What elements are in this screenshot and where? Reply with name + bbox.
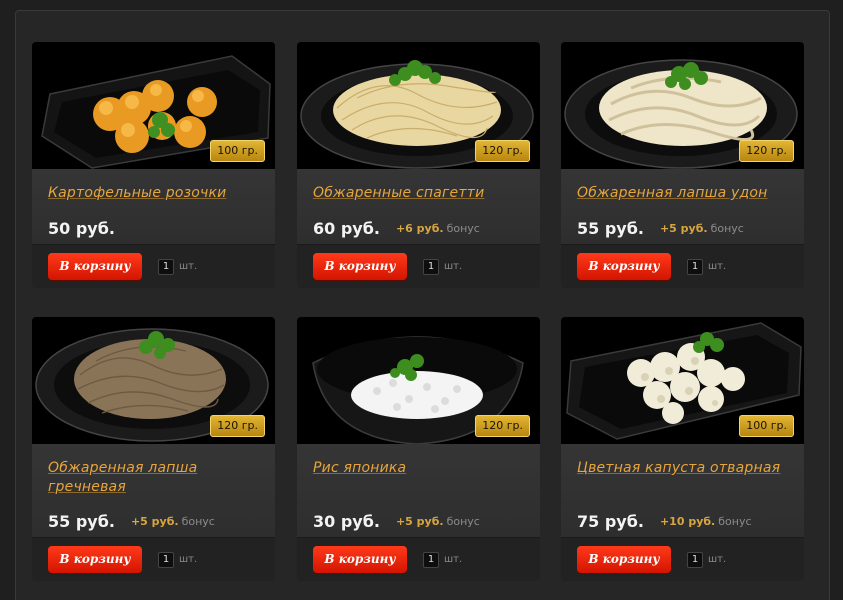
unit-label: шт.: [179, 261, 198, 272]
add-to-cart-button[interactable]: В корзину: [48, 546, 142, 573]
cart-actions: В корзину 1 шт.: [297, 244, 540, 288]
price-row: 75 руб. +10 руб. бонус: [577, 511, 752, 531]
price-row: 50 руб.: [48, 218, 115, 238]
bonus-value: +6 руб.: [395, 222, 444, 235]
product-title-link[interactable]: Обжаренные спагетти: [313, 184, 528, 203]
add-to-cart-button[interactable]: В корзину: [577, 546, 671, 573]
add-to-cart-button[interactable]: В корзину: [313, 546, 407, 573]
bonus-amount: +5 руб. бонус: [660, 222, 744, 235]
weight-badge: 120 гр.: [210, 415, 265, 437]
product-title-link[interactable]: Рис японика: [313, 459, 528, 478]
bonus-word: бонус: [718, 515, 752, 528]
cart-actions: В корзину 1 шт.: [32, 244, 275, 288]
product-photo[interactable]: 100 гр.: [561, 317, 804, 444]
product-photo[interactable]: 100 гр.: [32, 42, 275, 169]
add-to-cart-button[interactable]: В корзину: [48, 253, 142, 280]
cart-actions: В корзину 1 шт.: [297, 537, 540, 581]
product-info: Картофельные розочки 50 руб.: [32, 169, 275, 244]
price-row: 30 руб. +5 руб. бонус: [313, 511, 480, 531]
quantity-input[interactable]: 1: [423, 552, 439, 568]
bonus-value: +5 руб.: [659, 222, 708, 235]
bonus-amount: +5 руб. бонус: [131, 515, 215, 528]
weight-badge: 100 гр.: [210, 140, 265, 162]
unit-label: шт.: [708, 554, 727, 565]
product-info: Рис японика 30 руб. +5 руб. бонус: [297, 444, 540, 537]
product-title-link[interactable]: Обжаренная лапша гречневая: [48, 459, 263, 497]
product-price: 55 руб.: [577, 219, 644, 238]
product-price: 50 руб.: [48, 219, 115, 238]
product-card: 120 гр. Рис японика 30 руб. +5 руб. бонус …: [297, 317, 540, 581]
bonus-amount: +10 руб. бонус: [660, 515, 752, 528]
product-price: 60 руб.: [313, 219, 380, 238]
cart-actions: В корзину 1 шт.: [561, 244, 804, 288]
cart-actions: В корзину 1 шт.: [32, 537, 275, 581]
price-row: 60 руб. +6 руб. бонус: [313, 218, 480, 238]
weight-badge: 120 гр.: [475, 140, 530, 162]
product-title-link[interactable]: Картофельные розочки: [48, 184, 263, 203]
add-to-cart-button[interactable]: В корзину: [577, 253, 671, 280]
product-card: 100 гр. Картофельные розочки 50 руб. В к…: [32, 42, 275, 288]
weight-badge: 120 гр.: [739, 140, 794, 162]
product-price: 75 руб.: [577, 512, 644, 531]
price-row: 55 руб. +5 руб. бонус: [48, 511, 215, 531]
weight-badge: 120 гр.: [475, 415, 530, 437]
bonus-word: бонус: [446, 222, 480, 235]
bonus-value: +10 руб.: [659, 515, 716, 528]
add-to-cart-button[interactable]: В корзину: [313, 253, 407, 280]
quantity-input[interactable]: 1: [687, 259, 703, 275]
unit-label: шт.: [444, 261, 463, 272]
product-info: Обжаренная лапша гречневая 55 руб. +5 руб…: [32, 444, 275, 537]
price-row: 55 руб. +5 руб. бонус: [577, 218, 744, 238]
bonus-amount: +5 руб. бонус: [396, 515, 480, 528]
product-photo[interactable]: 120 гр.: [297, 317, 540, 444]
product-card: 120 гр. Обжаренные спагетти 60 руб. +6 ру…: [297, 42, 540, 288]
bonus-word: бонус: [446, 515, 480, 528]
bonus-word: бонус: [710, 222, 744, 235]
quantity-input[interactable]: 1: [158, 552, 174, 568]
product-card: 120 гр. Обжаренная лапша удон 55 руб. +5 …: [561, 42, 804, 288]
unit-label: шт.: [708, 261, 727, 272]
product-photo[interactable]: 120 гр.: [297, 42, 540, 169]
product-photo[interactable]: 120 гр.: [561, 42, 804, 169]
unit-label: шт.: [179, 554, 198, 565]
product-info: Обжаренная лапша удон 55 руб. +5 руб. бону…: [561, 169, 804, 244]
product-title-link[interactable]: Обжаренная лапша удон: [577, 184, 792, 203]
product-card: 120 гр. Обжаренная лапша гречневая 55 ру…: [32, 317, 275, 581]
cart-actions: В корзину 1 шт.: [561, 537, 804, 581]
bonus-amount: +6 руб. бонус: [396, 222, 480, 235]
product-price: 55 руб.: [48, 512, 115, 531]
product-photo[interactable]: 120 гр.: [32, 317, 275, 444]
product-card: 100 гр. Цветная капуста отварная 75 руб.…: [561, 317, 804, 581]
product-price: 30 руб.: [313, 512, 380, 531]
quantity-input[interactable]: 1: [687, 552, 703, 568]
weight-badge: 100 гр.: [739, 415, 794, 437]
unit-label: шт.: [444, 554, 463, 565]
quantity-input[interactable]: 1: [158, 259, 174, 275]
product-grid: 100 гр. Картофельные розочки 50 руб. В к…: [0, 0, 843, 600]
product-title-link[interactable]: Цветная капуста отварная: [577, 459, 792, 478]
product-info: Цветная капуста отварная 75 руб. +10 руб.…: [561, 444, 804, 537]
quantity-input[interactable]: 1: [423, 259, 439, 275]
bonus-word: бонус: [181, 515, 215, 528]
product-info: Обжаренные спагетти 60 руб. +6 руб. бонус: [297, 169, 540, 244]
bonus-value: +5 руб.: [130, 515, 179, 528]
bonus-value: +5 руб.: [395, 515, 444, 528]
